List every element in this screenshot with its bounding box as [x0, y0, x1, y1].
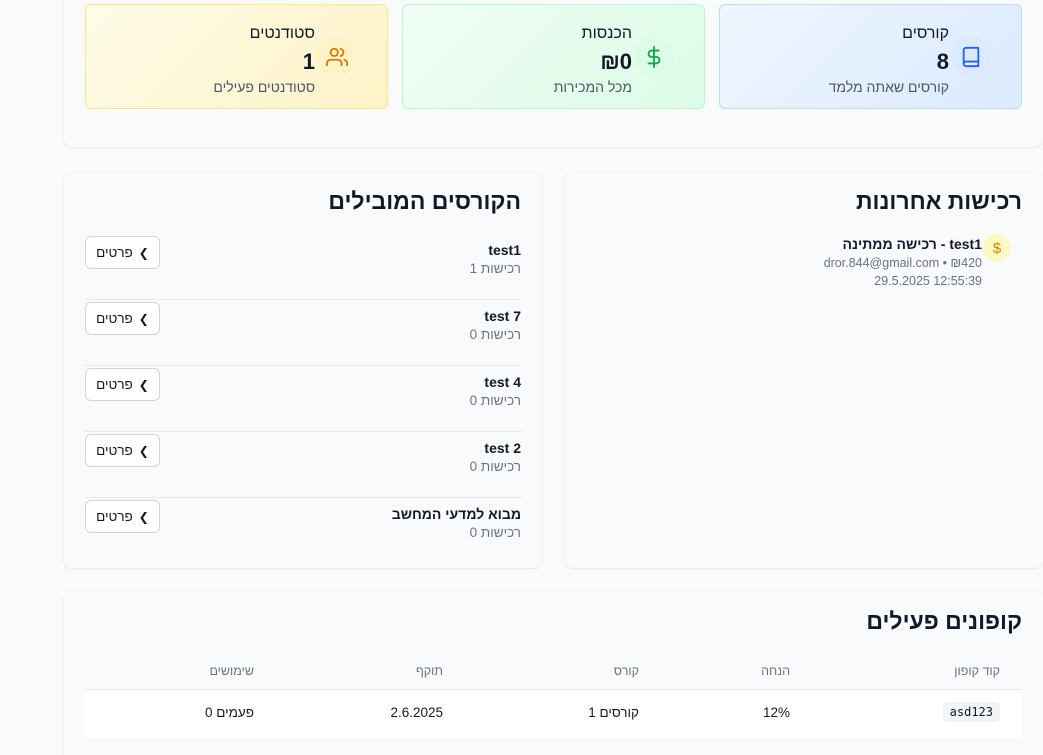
section-title: רכישות אחרונות — [856, 188, 1022, 214]
list-item: test1 1 רכישות פרטים ❮ — [85, 234, 521, 300]
coupon-uses: 0 פעמים — [204, 705, 254, 720]
course-name: מבוא למדעי המחשב — [391, 506, 521, 522]
details-label: פרטים — [96, 245, 133, 260]
stat-title: קורסים — [902, 25, 949, 42]
course-enrollments: 0 רכישות — [469, 327, 521, 342]
details-button[interactable]: פרטים ❮ — [85, 236, 160, 269]
coupon-code: asd123 — [942, 702, 1000, 722]
stat-value: 1 — [302, 49, 315, 74]
coupon-validity: 2.6.2025 — [390, 705, 443, 720]
details-button[interactable]: פרטים ❮ — [85, 434, 160, 467]
recent-purchases-panel: רכישות אחרונות $ רכישה ממתינה - test1 dr… — [565, 172, 1043, 568]
column-header: קורס — [613, 664, 639, 678]
column-header: הנחה — [761, 664, 790, 678]
details-label: פרטים — [96, 443, 133, 458]
course-enrollments: 1 רכישות — [469, 261, 521, 276]
chevron-left-icon: ❮ — [138, 311, 149, 326]
stat-value: 8 — [936, 49, 949, 74]
chevron-left-icon: ❮ — [138, 377, 149, 392]
active-coupons-panel: קופונים פעילים קוד קופון הנחה קורס תוקף … — [64, 590, 1043, 755]
purchase-time: 29.5.2025 12:55:39 — [874, 274, 982, 288]
purchase-meta: dror.844@gmail.com • ₪420 — [823, 256, 982, 270]
stat-subtitle: מכל המכירות — [553, 79, 632, 95]
stats-panel: קורסים 8 קורסים שאתה מלמד הכנסות ₪0 מכל … — [64, 0, 1043, 147]
chevron-left-icon: ❮ — [138, 245, 149, 260]
dollar-icon: $ — [983, 234, 1011, 262]
stat-title: סטודנטים — [249, 25, 315, 42]
column-header: שימושים — [209, 664, 254, 678]
section-title: קופונים פעילים — [866, 608, 1022, 634]
list-item: test 4 0 רכישות פרטים ❮ — [85, 366, 521, 432]
column-header: קוד קופון — [954, 664, 1000, 678]
list-item: test 7 0 רכישות פרטים ❮ — [85, 300, 521, 366]
coupons-table: קוד קופון הנחה קורס תוקף שימושים asd123 … — [85, 652, 1022, 738]
users-icon — [317, 37, 357, 77]
table-header: קוד קופון הנחה קורס תוקף שימושים — [85, 652, 1022, 690]
stat-subtitle: קורסים שאתה מלמד — [828, 79, 949, 95]
stat-card-revenue: הכנסות ₪0 מכל המכירות — [402, 4, 705, 109]
top-courses-panel: הקורסים המובילים test1 1 רכישות פרטים ❮ t… — [64, 172, 542, 568]
dollar-icon — [634, 37, 674, 77]
stat-card-students: סטודנטים 1 סטודנטים פעילים — [85, 4, 388, 109]
course-enrollments: 0 רכישות — [469, 393, 521, 408]
course-name: test 4 — [484, 374, 521, 390]
course-enrollments: 0 רכישות — [469, 525, 521, 540]
details-button[interactable]: פרטים ❮ — [85, 500, 160, 533]
book-icon — [951, 37, 991, 77]
details-button[interactable]: פרטים ❮ — [85, 368, 160, 401]
details-label: פרטים — [96, 377, 133, 392]
details-button[interactable]: פרטים ❮ — [85, 302, 160, 335]
course-name: test1 — [488, 242, 521, 258]
details-label: פרטים — [96, 509, 133, 524]
table-row: asd123 12% 1 קורסים 2.6.2025 0 פעמים — [85, 690, 1022, 738]
purchase-title: רכישה ממתינה - test1 — [842, 236, 982, 252]
course-name: test 7 — [484, 308, 521, 324]
course-enrollments: 0 רכישות — [469, 459, 521, 474]
stat-title: הכנסות — [581, 25, 632, 42]
stat-card-courses: קורסים 8 קורסים שאתה מלמד — [719, 4, 1022, 109]
course-name: test 2 — [484, 440, 521, 456]
section-title: הקורסים המובילים — [328, 188, 521, 214]
stat-value: ₪0 — [600, 49, 632, 74]
chevron-left-icon: ❮ — [138, 509, 149, 524]
list-item: test 2 0 רכישות פרטים ❮ — [85, 432, 521, 498]
chevron-left-icon: ❮ — [138, 443, 149, 458]
column-header: תוקף — [415, 664, 443, 678]
details-label: פרטים — [96, 311, 133, 326]
coupon-course: 1 קורסים — [588, 705, 639, 720]
list-item: מבוא למדעי המחשב 0 רכישות פרטים ❮ — [85, 498, 521, 564]
coupon-discount: 12% — [762, 705, 790, 720]
stat-subtitle: סטודנטים פעילים — [213, 79, 315, 95]
